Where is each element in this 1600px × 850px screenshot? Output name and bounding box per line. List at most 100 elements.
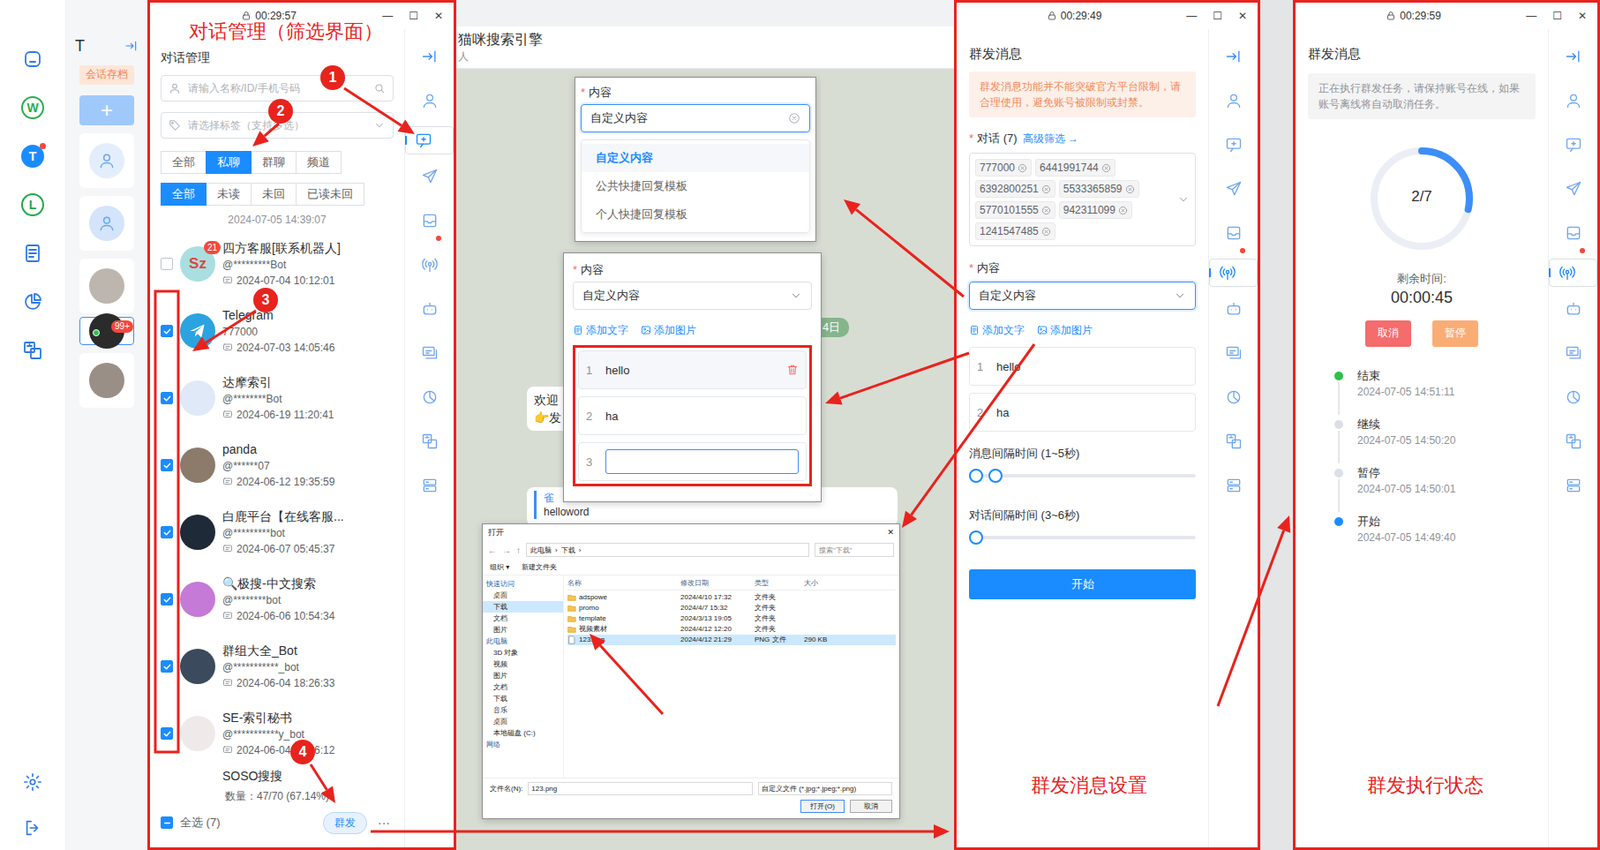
rail-item[interactable] xyxy=(1209,375,1258,420)
nav-item[interactable] xyxy=(15,42,51,76)
content-item[interactable]: 1hello xyxy=(578,350,807,390)
rail-item[interactable] xyxy=(1209,330,1258,376)
start-button[interactable]: 开始 xyxy=(969,569,1196,600)
tree-node[interactable]: 文档 xyxy=(482,612,564,624)
checkbox[interactable] xyxy=(160,727,173,740)
rail-item[interactable] xyxy=(1548,330,1598,376)
rail-item[interactable] xyxy=(405,330,454,376)
column-header[interactable]: 名称 xyxy=(567,577,681,590)
conversation-row[interactable]: 达摩索引@********Bot2024-06-19 11:20:41 xyxy=(160,364,394,432)
conversation-row[interactable]: panda@******072024-06-12 19:35:59 xyxy=(160,431,394,499)
checkbox[interactable] xyxy=(160,593,173,606)
tree-node[interactable]: 网络 xyxy=(482,738,564,751)
checkbox[interactable] xyxy=(160,257,173,271)
tree-node[interactable]: 快速访问 xyxy=(482,578,564,590)
tree-node[interactable]: 本地磁盘 (C:) xyxy=(482,727,564,739)
minimize-button[interactable]: — xyxy=(382,9,393,23)
dropdown-option[interactable]: 个人快捷回复模板 xyxy=(581,200,810,229)
rail-item[interactable] xyxy=(405,242,454,287)
archive-tag[interactable]: 会话存档 xyxy=(79,65,135,85)
pause-button[interactable]: 暂停 xyxy=(1432,320,1479,347)
rail-item[interactable] xyxy=(1548,210,1598,256)
rail-item[interactable] xyxy=(405,198,454,243)
tree-node[interactable]: 下载 xyxy=(482,692,564,705)
dropdown-option[interactable]: 公共快捷回复模板 xyxy=(581,172,810,201)
add-text-link[interactable]: 添加文字 xyxy=(969,322,1025,339)
close-button[interactable]: ✕ xyxy=(886,527,894,537)
advanced-filter-link[interactable]: 高级筛选 → xyxy=(1022,129,1079,148)
column-header[interactable]: 大小 xyxy=(803,577,840,590)
nav-item[interactable]: W xyxy=(15,90,51,125)
tree-node[interactable]: 图片 xyxy=(482,623,564,636)
checkbox[interactable] xyxy=(160,324,173,338)
content-select[interactable]: 自定义内容 xyxy=(572,281,812,310)
read-filter[interactable]: 全部 xyxy=(160,182,207,206)
open-button[interactable]: 打开(O) xyxy=(800,799,845,813)
dialog-search[interactable]: 搜索"下载" xyxy=(814,542,894,557)
rail-item[interactable] xyxy=(405,78,454,123)
slider-handle[interactable] xyxy=(969,530,984,545)
content-item[interactable]: 1hello xyxy=(969,346,1196,386)
read-filter[interactable]: 未读 xyxy=(205,182,252,206)
account-card[interactable]: 99+ xyxy=(79,316,135,346)
rail-item[interactable] xyxy=(405,154,454,199)
checkbox[interactable] xyxy=(160,458,173,472)
rail-item[interactable] xyxy=(405,463,454,508)
select-all-label[interactable]: 全选 (7) xyxy=(180,814,221,831)
rail-item[interactable] xyxy=(1548,286,1598,331)
item-input[interactable] xyxy=(605,449,799,474)
rail-item[interactable] xyxy=(1209,166,1258,211)
slider-handle[interactable] xyxy=(969,468,984,483)
tree-node[interactable]: 图片 xyxy=(482,669,564,682)
rail-item[interactable] xyxy=(1209,34,1258,79)
nav-button[interactable]: ← xyxy=(488,545,497,556)
column-header[interactable]: 修改日期 xyxy=(680,577,755,590)
more-button[interactable]: ··· xyxy=(374,815,394,830)
file-row[interactable]: 视频素材2024/4/12 12:20文件夹 xyxy=(567,623,896,635)
conversation-row[interactable]: SOSO搜搜 xyxy=(160,766,394,788)
column-header[interactable]: 类型 xyxy=(754,577,804,590)
file-row[interactable]: adspowe2024/4/10 17:32文件夹 xyxy=(567,592,896,603)
type-tab[interactable]: 私聊 xyxy=(205,150,252,174)
rail-item[interactable] xyxy=(1548,122,1598,167)
account-card[interactable] xyxy=(79,195,135,251)
rail-item[interactable] xyxy=(405,419,454,464)
content-select[interactable]: 自定义内容 xyxy=(580,104,811,133)
file-row[interactable]: promo2024/4/7 15:32文件夹 xyxy=(567,602,896,614)
conversation-row[interactable]: 🔍极搜-中文搜索@********bot2024-06-06 10:54:34 xyxy=(160,565,394,633)
nav-button[interactable]: → xyxy=(502,545,511,556)
read-filter[interactable]: 未回 xyxy=(250,182,297,206)
broadcast-button[interactable]: 群发 xyxy=(323,811,368,834)
rail-item[interactable] xyxy=(1209,286,1258,331)
file-row[interactable]: template2024/3/13 19:05文件夹 xyxy=(567,613,896,624)
nav-item[interactable]: L xyxy=(15,187,51,222)
checkbox[interactable] xyxy=(160,391,173,405)
rail-item[interactable] xyxy=(1548,463,1598,508)
rail-item[interactable] xyxy=(1209,258,1258,287)
rail-item[interactable] xyxy=(1548,166,1598,211)
content-item[interactable]: 3 xyxy=(578,442,807,481)
minimize-button[interactable]: — xyxy=(1186,9,1197,23)
read-filter[interactable]: 已读未回 xyxy=(295,182,365,206)
rail-item[interactable] xyxy=(1209,78,1258,123)
rail-item[interactable] xyxy=(1548,375,1598,420)
rail-item[interactable] xyxy=(405,126,454,155)
conversation-row[interactable]: 白鹿平台【在线客服...@*********bot2024-06-07 05:4… xyxy=(160,498,394,566)
nav-button[interactable]: ↑ xyxy=(516,545,521,556)
path-segment[interactable]: 下载 xyxy=(561,545,576,556)
close-button[interactable]: ✕ xyxy=(1238,9,1247,23)
nav-item[interactable]: T xyxy=(15,139,51,173)
type-tab[interactable]: 全部 xyxy=(160,150,207,174)
tree-node[interactable]: 桌面 xyxy=(482,589,564,601)
path-box[interactable]: 此电脑›下载› xyxy=(525,542,810,557)
tree-node[interactable]: 下载 xyxy=(482,600,564,613)
toolbar-button[interactable]: 组织 ▾ xyxy=(489,562,510,572)
tree-node[interactable]: 文档 xyxy=(482,681,564,693)
file-type-filter[interactable]: 自定义文件 (*.jpg;*.jpeg;*.png) xyxy=(758,781,893,796)
conversation-row[interactable]: SE-索引秘书@***********y_bot2024-06-04 18:26… xyxy=(160,699,394,767)
account-card[interactable] xyxy=(79,133,135,188)
maximize-button[interactable]: ☐ xyxy=(1552,9,1563,23)
checkbox[interactable] xyxy=(160,525,173,539)
account-card[interactable] xyxy=(79,258,135,314)
nav-item[interactable] xyxy=(15,236,51,271)
